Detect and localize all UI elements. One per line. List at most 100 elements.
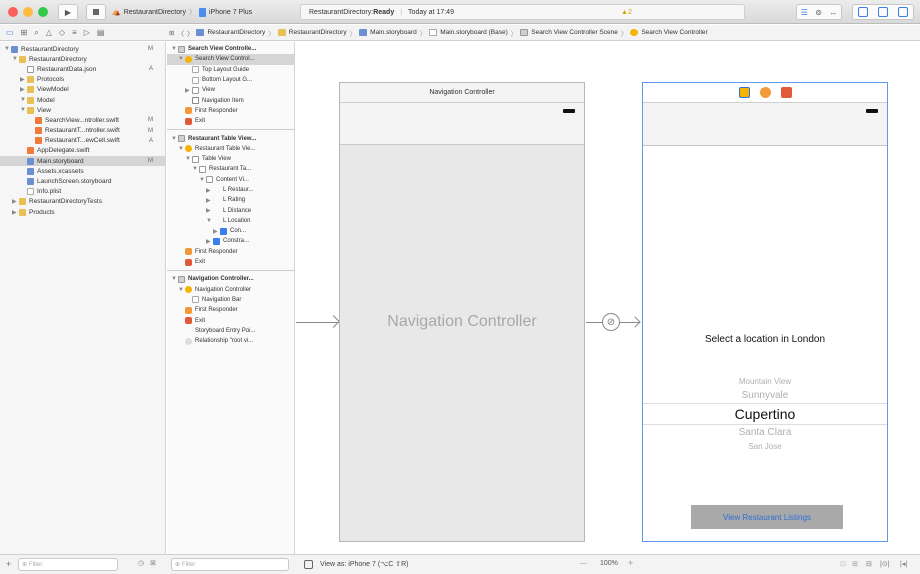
- disclosure-closed-icon[interactable]: ▶: [206, 197, 213, 204]
- location-picker[interactable]: Mountain View Sunnyvale Cupertino Santa …: [643, 377, 887, 451]
- navigator-item[interactable]: ▼ View: [0, 105, 165, 115]
- disclosure-closed-icon[interactable]: ▶: [185, 87, 192, 94]
- disclosure-closed-icon[interactable]: ▶: [12, 198, 19, 205]
- outline-item[interactable]: Exit: [167, 315, 294, 325]
- disclosure-open-icon[interactable]: ▼: [178, 287, 185, 293]
- jump-item[interactable]: Main.storyboard: [370, 29, 417, 36]
- navigation-bar[interactable]: [340, 103, 584, 145]
- disclosure-closed-icon[interactable]: ▶: [20, 86, 27, 93]
- minimize-window-button[interactable]: [23, 7, 33, 17]
- outline-toggle-icon[interactable]: [304, 560, 313, 569]
- navigator-item[interactable]: RestaurantData.json A: [0, 64, 165, 74]
- symbol-navigator-icon[interactable]: ⊞: [21, 28, 28, 38]
- warning-indicator[interactable]: ▲2: [621, 9, 632, 16]
- editor-mode-segment[interactable]: ☰ ⊚ ↔: [796, 4, 842, 20]
- view-restaurant-listings-button[interactable]: View Restaurant Listings: [691, 505, 843, 529]
- picker-row[interactable]: Santa Clara: [643, 427, 887, 438]
- stop-button[interactable]: [86, 4, 106, 20]
- jump-item[interactable]: Main.storyboard (Base): [440, 29, 508, 36]
- outline-item[interactable]: ▼ Navigation Controller...: [167, 274, 294, 284]
- close-window-button[interactable]: [8, 7, 18, 17]
- outline-item[interactable]: ▼ L Location: [167, 216, 294, 226]
- navigator-item[interactable]: ▼ Model: [0, 95, 165, 105]
- view-as-device-label[interactable]: View as: iPhone 7 (⌥C ⇧R): [320, 560, 409, 568]
- disclosure-closed-icon[interactable]: ▶: [206, 187, 213, 194]
- disclosure-open-icon[interactable]: ▼: [171, 276, 178, 282]
- issue-navigator-icon[interactable]: △: [46, 28, 52, 38]
- source-control-filter-icon[interactable]: ⊠: [150, 559, 156, 567]
- recent-files-icon[interactable]: ◷: [138, 559, 144, 567]
- standard-editor-icon[interactable]: ☰: [801, 8, 808, 17]
- picker-selected-row[interactable]: Cupertino: [643, 403, 887, 425]
- align-icon[interactable]: ⊟: [866, 560, 872, 568]
- disclosure-closed-icon[interactable]: ▶: [20, 76, 27, 83]
- outline-item[interactable]: Exit: [167, 116, 294, 126]
- storyboard-entry-arrow[interactable]: [296, 322, 338, 323]
- outline-item[interactable]: First Responder: [167, 305, 294, 315]
- outline-item[interactable]: Exit: [167, 257, 294, 267]
- run-button[interactable]: ▶: [58, 4, 78, 20]
- outline-item[interactable]: Bottom Layout G...: [167, 75, 294, 85]
- find-navigator-icon[interactable]: ⌕: [34, 28, 38, 38]
- outline-item[interactable]: ▼ Search View Control...: [167, 54, 294, 65]
- scheme-selector[interactable]: ⛺ RestaurantDirectory 〉 iPhone 7 Plus: [112, 4, 282, 20]
- disclosure-closed-icon[interactable]: ▶: [12, 209, 19, 216]
- outline-item[interactable]: Navigation Bar: [167, 295, 294, 305]
- disclosure-open-icon[interactable]: ▼: [171, 46, 178, 52]
- zoom-out-button[interactable]: —: [580, 560, 587, 567]
- test-navigator-icon[interactable]: ◇: [59, 28, 65, 38]
- jump-item[interactable]: RestaurantDirectory: [289, 29, 347, 36]
- add-file-button[interactable]: +: [6, 559, 11, 569]
- zoom-in-button[interactable]: +: [628, 558, 633, 568]
- picker-row[interactable]: Sunnyvale: [643, 390, 887, 401]
- disclosure-open-icon[interactable]: ▼: [12, 56, 19, 62]
- navigator-item[interactable]: ▶ Protocols: [0, 75, 165, 85]
- outline-item[interactable]: ▶ L Restaur...: [167, 185, 294, 195]
- disclosure-open-icon[interactable]: ▼: [20, 97, 27, 103]
- disclosure-closed-icon[interactable]: ▶: [206, 238, 213, 245]
- outline-item[interactable]: ▼ Restaurant Table View...: [167, 133, 294, 143]
- outline-item[interactable]: ▼ Restaurant Ta...: [167, 164, 294, 174]
- relationship-segue-icon[interactable]: ⊘: [602, 313, 620, 331]
- outline-item[interactable]: First Responder: [167, 247, 294, 257]
- navigator-item[interactable]: ▶ ViewModel: [0, 85, 165, 95]
- view-toggle-segment[interactable]: [852, 4, 914, 20]
- navigator-item[interactable]: ▼ RestaurantDirectory M: [0, 44, 165, 54]
- navigator-item[interactable]: Info.plist: [0, 187, 165, 197]
- outline-item[interactable]: ▶ Constra...: [167, 236, 294, 246]
- navigator-item[interactable]: ▶ Products: [0, 207, 165, 217]
- navigator-item[interactable]: Main.storyboard M: [0, 156, 165, 167]
- view-controller-dock-icon[interactable]: [738, 87, 750, 98]
- search-view-controller-scene[interactable]: Select a location in London Mountain Vie…: [642, 82, 888, 542]
- outline-item[interactable]: Top Layout Guide: [167, 65, 294, 75]
- navigator-item[interactable]: SearchView...ntroller.swift M: [0, 115, 165, 125]
- related-items-icon[interactable]: ⊞: [169, 29, 174, 37]
- forward-button[interactable]: 〉: [187, 28, 194, 38]
- disclosure-open-icon[interactable]: ▼: [171, 136, 178, 142]
- navigator-item[interactable]: LaunchScreen.storyboard: [0, 176, 165, 186]
- navigator-filter-field[interactable]: ⊕ Filter: [18, 558, 118, 571]
- picker-row[interactable]: San Jose: [643, 442, 887, 451]
- first-responder-dock-icon[interactable]: [759, 87, 771, 98]
- jump-item[interactable]: Search View Controller: [641, 29, 707, 36]
- disclosure-open-icon[interactable]: ▼: [178, 146, 185, 152]
- disclosure-open-icon[interactable]: ▼: [4, 46, 11, 52]
- storyboard-canvas[interactable]: Navigation Controller Navigation Control…: [296, 42, 920, 554]
- outline-filter-field[interactable]: ⊕ Filter: [171, 558, 289, 571]
- back-button[interactable]: 〈: [177, 28, 184, 38]
- utilities-toggle-icon[interactable]: [898, 7, 908, 17]
- zoom-window-button[interactable]: [38, 7, 48, 17]
- debug-navigator-icon[interactable]: ≡: [72, 28, 77, 38]
- debug-area-toggle-icon[interactable]: [878, 7, 888, 17]
- disclosure-open-icon[interactable]: ▼: [185, 156, 192, 162]
- breakpoint-navigator-icon[interactable]: ▷: [84, 28, 90, 38]
- disclosure-closed-icon[interactable]: ▶: [213, 228, 220, 235]
- project-navigator-icon[interactable]: ▭: [6, 28, 14, 38]
- outline-item[interactable]: First Responder: [167, 106, 294, 116]
- outline-item[interactable]: ▼ Restaurant Table Vie...: [167, 144, 294, 154]
- outline-item[interactable]: ▶ L Distance: [167, 205, 294, 215]
- outline-item[interactable]: ▶ L Rating: [167, 195, 294, 205]
- navigator-item[interactable]: ▼ RestaurantDirectory: [0, 54, 165, 64]
- navigator-item[interactable]: RestaurantT...ewCell.swift A: [0, 136, 165, 146]
- outline-item[interactable]: ▼ Search View Controlle...: [167, 44, 294, 54]
